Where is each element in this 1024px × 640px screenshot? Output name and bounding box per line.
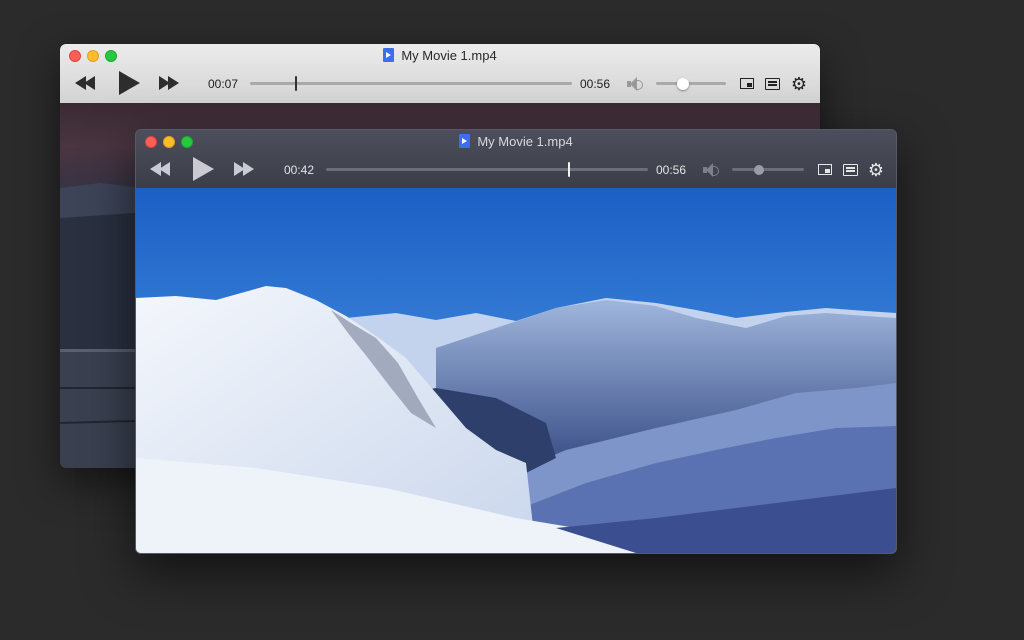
elapsed-time: 00:42 bbox=[284, 163, 315, 177]
play-icon bbox=[193, 157, 214, 181]
window-title-text: My Movie 1.mp4 bbox=[477, 134, 573, 149]
video-frame bbox=[136, 188, 896, 553]
forest-shape bbox=[60, 213, 135, 349]
window-title-text: My Movie 1.mp4 bbox=[401, 48, 497, 63]
fast-forward-button[interactable] bbox=[159, 76, 179, 95]
player-window-foreground[interactable]: My Movie 1.mp4 00:42 00:56 ⚙ bbox=[135, 129, 897, 554]
rewind-button[interactable] bbox=[150, 162, 170, 181]
progress-slider[interactable] bbox=[326, 168, 648, 171]
lake-shape bbox=[60, 352, 135, 468]
elapsed-time: 00:07 bbox=[208, 77, 239, 91]
video-area[interactable] bbox=[136, 188, 896, 553]
speaker-icon[interactable] bbox=[627, 76, 647, 92]
rewind-button[interactable] bbox=[75, 76, 95, 95]
fast-forward-button[interactable] bbox=[234, 162, 254, 181]
window-title: My Movie 1.mp4 bbox=[60, 48, 820, 63]
playlist-icon[interactable] bbox=[765, 78, 780, 90]
window-title: My Movie 1.mp4 bbox=[136, 134, 896, 149]
volume-slider[interactable] bbox=[656, 82, 726, 85]
volume-knob[interactable] bbox=[754, 165, 765, 175]
speaker-icon[interactable] bbox=[703, 162, 723, 178]
title-toolbar: My Movie 1.mp4 00:07 00:56 ⚙ bbox=[60, 44, 820, 103]
gear-icon[interactable]: ⚙ bbox=[867, 161, 885, 179]
movie-file-icon bbox=[459, 134, 471, 148]
play-button[interactable] bbox=[193, 157, 214, 186]
movie-file-icon bbox=[383, 48, 395, 62]
duration-time: 00:56 bbox=[580, 77, 611, 91]
picture-in-picture-icon[interactable] bbox=[818, 164, 832, 175]
play-button[interactable] bbox=[119, 71, 140, 100]
play-icon bbox=[119, 71, 140, 95]
duration-time: 00:56 bbox=[656, 163, 687, 177]
picture-in-picture-icon[interactable] bbox=[740, 78, 754, 89]
gear-icon[interactable]: ⚙ bbox=[790, 75, 808, 93]
progress-slider[interactable] bbox=[250, 82, 572, 85]
playlist-icon[interactable] bbox=[843, 164, 858, 176]
progress-knob[interactable] bbox=[295, 76, 298, 91]
progress-knob[interactable] bbox=[567, 162, 570, 177]
volume-slider[interactable] bbox=[732, 168, 804, 171]
fence-line bbox=[60, 349, 135, 352]
volume-knob[interactable] bbox=[676, 78, 689, 90]
title-toolbar: My Movie 1.mp4 00:42 00:56 ⚙ bbox=[136, 130, 896, 189]
